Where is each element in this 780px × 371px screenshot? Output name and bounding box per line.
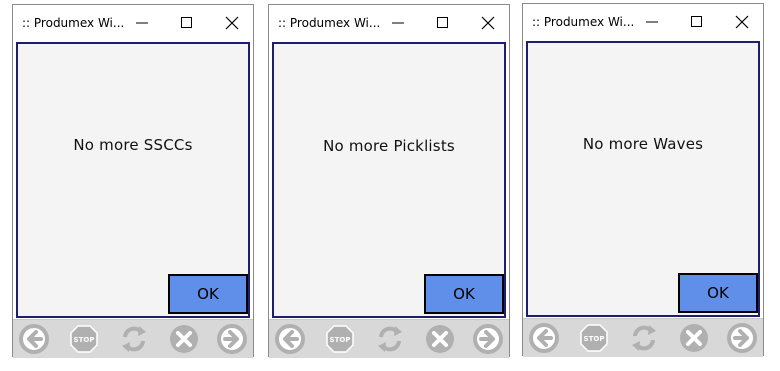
stop-icon: STOP (326, 325, 354, 353)
back-button[interactable] (528, 322, 560, 354)
refresh-button[interactable] (374, 323, 406, 355)
cancel-button[interactable] (168, 323, 200, 355)
message-text: No more SSCCs (73, 136, 193, 154)
refresh-icon (632, 325, 656, 351)
back-arrow-icon (19, 324, 49, 354)
refresh-icon (378, 326, 402, 352)
dialog-window-2: :: Produmex Wi... No more Picklists OK S… (268, 4, 510, 358)
title-bar: :: Produmex Wi... (13, 5, 253, 41)
maximize-button[interactable] (172, 11, 202, 35)
maximize-button[interactable] (682, 10, 712, 34)
close-button[interactable] (473, 11, 503, 35)
stop-button[interactable]: STOP (578, 322, 610, 354)
stop-button[interactable]: STOP (68, 323, 100, 355)
stop-icon: STOP (70, 325, 98, 353)
stop-icon: STOP (580, 324, 608, 352)
toolbar: STOP (523, 318, 763, 357)
toolbar: STOP (269, 319, 509, 358)
forward-button[interactable] (726, 322, 758, 354)
message-text: No more Waves (582, 135, 704, 153)
close-button[interactable] (217, 11, 247, 35)
forward-button[interactable] (216, 323, 248, 355)
window-title: :: Produmex Wi... (278, 16, 381, 30)
minimize-button[interactable] (127, 11, 157, 35)
stop-label: STOP (584, 335, 605, 343)
forward-button[interactable] (472, 323, 504, 355)
ok-button[interactable]: OK (168, 274, 248, 314)
minimize-icon (646, 21, 658, 23)
maximize-icon (691, 16, 702, 27)
dialog-window-1: :: Produmex Wi... No more SSCCs OK STOP (12, 4, 254, 358)
window-title: :: Produmex Wi... (532, 15, 635, 29)
back-button[interactable] (18, 323, 50, 355)
stop-label: STOP (330, 336, 351, 344)
minimize-icon (392, 22, 404, 24)
title-bar: :: Produmex Wi... (269, 5, 509, 41)
ok-button[interactable]: OK (424, 274, 504, 314)
refresh-button[interactable] (118, 323, 150, 355)
forward-arrow-icon (473, 324, 503, 354)
back-arrow-icon (529, 323, 559, 353)
dialog-content: No more Waves OK (526, 41, 760, 317)
close-icon (481, 16, 495, 30)
cancel-button[interactable] (678, 322, 710, 354)
close-icon (735, 15, 749, 29)
back-arrow-icon (275, 324, 305, 354)
cancel-icon (426, 325, 454, 353)
dialog-content: No more Picklists OK (272, 42, 506, 318)
maximize-icon (437, 17, 448, 28)
ok-button[interactable]: OK (678, 273, 758, 313)
message-text: No more Picklists (323, 137, 455, 155)
back-button[interactable] (274, 323, 306, 355)
title-bar: :: Produmex Wi... (523, 4, 763, 40)
forward-arrow-icon (727, 323, 757, 353)
cancel-icon (170, 325, 198, 353)
minimize-button[interactable] (637, 10, 667, 34)
cancel-button[interactable] (424, 323, 456, 355)
close-icon (225, 16, 239, 30)
close-button[interactable] (727, 10, 757, 34)
window-title: :: Produmex Wi... (22, 16, 125, 30)
stop-button[interactable]: STOP (324, 323, 356, 355)
minimize-icon (136, 22, 148, 24)
dialog-content: No more SSCCs OK (16, 42, 250, 318)
refresh-icon (122, 326, 146, 352)
refresh-button[interactable] (628, 322, 660, 354)
maximize-icon (181, 17, 192, 28)
cancel-icon (680, 324, 708, 352)
forward-arrow-icon (217, 324, 247, 354)
stop-label: STOP (74, 336, 95, 344)
minimize-button[interactable] (383, 11, 413, 35)
maximize-button[interactable] (428, 11, 458, 35)
dialog-window-3: :: Produmex Wi... No more Waves OK STOP (522, 3, 764, 357)
toolbar: STOP (13, 319, 253, 358)
